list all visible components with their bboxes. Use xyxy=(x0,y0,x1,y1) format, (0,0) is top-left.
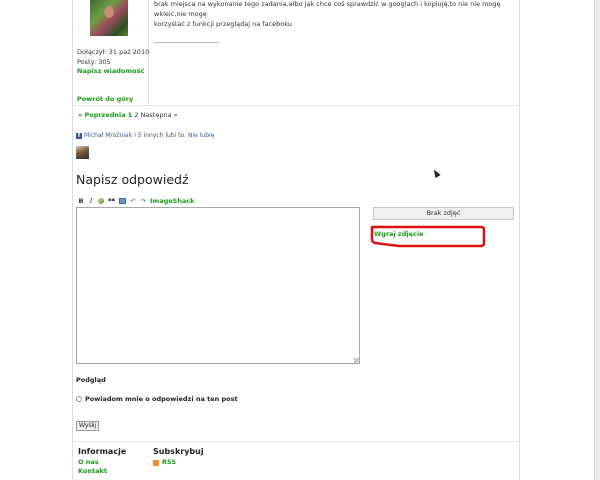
redo-icon[interactable]: ↷ xyxy=(140,197,146,205)
bold-button[interactable]: B xyxy=(78,197,84,205)
rss-icon[interactable] xyxy=(153,459,159,466)
page-frame-right xyxy=(519,0,520,480)
undo-icon[interactable]: ↶ xyxy=(130,197,136,205)
send-message-link[interactable]: Napisz wiadomość xyxy=(77,67,144,75)
pagination: « Poprzednia 1 2 Następna » xyxy=(78,111,178,119)
reply-heading: Napisz odpowiedź xyxy=(76,172,189,187)
post-text-line: korzystać z funkcji przeglądaj na facebo… xyxy=(154,20,292,28)
notify-checkbox[interactable] xyxy=(76,396,82,402)
facebook-likes-text: i 5 innych lubi to. xyxy=(134,132,186,139)
footer-about-link[interactable]: O nas xyxy=(78,458,126,467)
signature-divider xyxy=(154,42,219,43)
red-highlight-annotation xyxy=(370,225,486,248)
footer-info-title: Informacje xyxy=(78,447,127,456)
post-body: brak miejsca na wykonanie tego zadania,a… xyxy=(154,0,514,29)
footer-contact-link[interactable]: Kontakt xyxy=(78,467,126,476)
facebook-icon: f xyxy=(76,132,82,139)
back-to-top-link[interactable]: Powrót do góry xyxy=(77,95,133,103)
editor-toolbar: B I ❝❝ ↶ ↷ ImageShack xyxy=(78,197,195,205)
rss-row[interactable]: RSS xyxy=(153,458,204,467)
post-author-column: Dołączył: 31 paź 2010 Posty: 305 Napisz … xyxy=(73,0,149,105)
facebook-user-avatar[interactable] xyxy=(76,146,89,159)
pagination-page-2-current: 2 xyxy=(134,111,139,119)
preview-label: Podgląd xyxy=(76,376,106,384)
pagination-next-link[interactable]: Następna » xyxy=(141,111,178,119)
facebook-user-link[interactable]: Michał Mroźniak xyxy=(84,132,132,139)
facebook-like-row: f Michał Mroźniak i 5 innych lubi to. Ni… xyxy=(76,132,214,139)
footer-info-column: Informacje O nas Kontakt xyxy=(78,447,126,476)
reply-textarea[interactable] xyxy=(76,207,360,364)
author-post-count: Posty: 305 xyxy=(77,58,111,66)
pagination-prev-link[interactable]: « Poprzednia xyxy=(78,111,126,119)
insert-image-icon[interactable] xyxy=(119,198,126,204)
footer-subscribe-title: Subskrybuj xyxy=(153,447,204,456)
post-text-line: brak miejsca na wykonanie tego zadania,a… xyxy=(154,0,501,18)
rss-link[interactable]: RSS xyxy=(162,458,176,467)
notify-option: Powiadom mnie o odpowiedzi na ten post xyxy=(76,395,238,403)
post-divider xyxy=(73,105,519,106)
submit-button[interactable]: Wyślij xyxy=(76,421,99,431)
mouse-cursor-icon xyxy=(431,168,441,178)
footer-subscribe-column: Subskrybuj RSS xyxy=(153,447,204,467)
no-images-box: Brak zdjęć xyxy=(373,207,514,220)
window-scrollbar[interactable] xyxy=(594,0,600,480)
facebook-unlike-link[interactable]: Nie lubię xyxy=(188,132,214,139)
notify-label[interactable]: Powiadom mnie o odpowiedzi na ten post xyxy=(85,395,238,403)
author-avatar xyxy=(90,0,128,36)
footer-divider xyxy=(73,441,519,442)
quote-button[interactable]: ❝❝ xyxy=(108,197,115,205)
textarea-resize-handle[interactable] xyxy=(354,358,359,363)
pagination-page-1[interactable]: 1 xyxy=(128,111,133,119)
link-globe-icon[interactable] xyxy=(98,198,104,204)
imageshack-link[interactable]: ImageShack xyxy=(150,197,195,205)
italic-button[interactable]: I xyxy=(88,197,94,205)
author-joined: Dołączył: 31 paź 2010 xyxy=(77,48,150,56)
